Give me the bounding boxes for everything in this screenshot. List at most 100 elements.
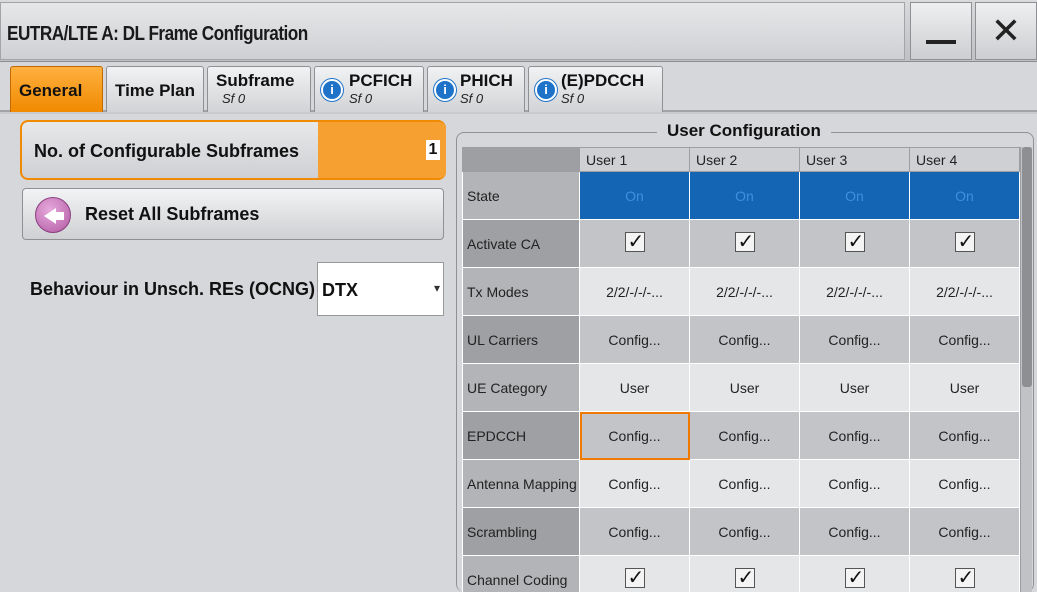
- table-scrollbar[interactable]: [1020, 147, 1032, 592]
- checkbox-checked-icon[interactable]: [844, 565, 865, 590]
- checkbox-checked-icon[interactable]: [954, 229, 975, 254]
- tab-time-plan[interactable]: Time Plan: [106, 66, 204, 112]
- tab-sublabel: Sf 0: [222, 91, 246, 106]
- table-cell[interactable]: Config...: [799, 459, 910, 508]
- table-cell[interactable]: [689, 555, 800, 592]
- window-title: EUTRA/LTE A: DL Frame Configuration: [7, 23, 308, 45]
- dropdown-caret-icon: ▾: [433, 281, 440, 295]
- tab-label: Subframe: [216, 71, 295, 90]
- table-row: Antenna Mapping Config... Config... Config.…: [462, 459, 1020, 508]
- table-cell[interactable]: Config...: [579, 411, 690, 460]
- column-header-user-1: User 1: [579, 147, 690, 172]
- checkbox-checked-icon[interactable]: [624, 565, 645, 590]
- table-corner: [462, 147, 580, 172]
- table-cell[interactable]: Config...: [689, 507, 800, 556]
- table-cell[interactable]: On: [909, 171, 1020, 220]
- info-icon: i: [535, 79, 557, 101]
- table-cell[interactable]: Config...: [689, 459, 800, 508]
- tab-sublabel: Sf 0: [349, 91, 373, 106]
- scrollbar-thumb[interactable]: [1022, 147, 1032, 387]
- table-cell[interactable]: On: [799, 171, 910, 220]
- ocng-behaviour-select[interactable]: DTX ▾: [317, 262, 444, 316]
- table-cell[interactable]: Config...: [579, 315, 690, 364]
- row-label: State: [462, 171, 580, 220]
- table-cell[interactable]: [799, 555, 910, 592]
- reset-all-subframes-label: Reset All Subframes: [85, 204, 260, 224]
- user-configuration-table: User 1 User 2 User 3 User 4 State On On On O…: [462, 147, 1020, 592]
- table-cell[interactable]: [689, 219, 800, 268]
- table-cell[interactable]: On: [689, 171, 800, 220]
- checkbox-checked-icon[interactable]: [954, 565, 975, 590]
- configurable-subframes-value: 1: [426, 140, 440, 160]
- table-cell[interactable]: Config...: [799, 315, 910, 364]
- table-cell[interactable]: 2/2/-/-/-...: [579, 267, 690, 316]
- table-cell[interactable]: User: [579, 363, 690, 412]
- configurable-subframes-input[interactable]: 1: [318, 122, 446, 178]
- table-cell[interactable]: [579, 219, 690, 268]
- table-row: State On On On On: [462, 171, 1020, 220]
- tab-pcfich[interactable]: i PCFICH Sf 0: [314, 66, 424, 112]
- table-cell[interactable]: Config...: [689, 315, 800, 364]
- row-label: Channel Coding: [462, 555, 580, 592]
- table-cell[interactable]: Config...: [909, 459, 1020, 508]
- table-cell[interactable]: User: [799, 363, 910, 412]
- user-configuration-title: User Configuration: [657, 121, 831, 141]
- table-cell[interactable]: Config...: [909, 507, 1020, 556]
- table-cell[interactable]: Config...: [799, 507, 910, 556]
- row-label: UE Category: [462, 363, 580, 412]
- checkbox-checked-icon[interactable]: [844, 229, 865, 254]
- minimize-button[interactable]: [910, 2, 972, 60]
- tab-label: PCFICH: [349, 71, 413, 90]
- tab-phich[interactable]: i PHICH Sf 0: [427, 66, 525, 112]
- row-label: Activate CA: [462, 219, 580, 268]
- info-icon: i: [321, 79, 343, 101]
- table-cell[interactable]: 2/2/-/-/-...: [909, 267, 1020, 316]
- table-cell[interactable]: Config...: [689, 411, 800, 460]
- title-bar: EUTRA/LTE A: DL Frame Configuration ✕: [0, 0, 1037, 62]
- table-cell[interactable]: 2/2/-/-/-...: [799, 267, 910, 316]
- tab-sublabel: Sf 0: [460, 91, 484, 106]
- table-cell[interactable]: User: [689, 363, 800, 412]
- checkbox-checked-icon[interactable]: [734, 565, 755, 590]
- close-button[interactable]: ✕: [975, 2, 1037, 60]
- table-row: EPDCCH Config... Config... Config... Config.…: [462, 411, 1020, 460]
- table-cell[interactable]: Config...: [909, 411, 1020, 460]
- tab-sublabel: Sf 0: [561, 91, 585, 106]
- table-cell[interactable]: Config...: [799, 411, 910, 460]
- tab-bar: General Time Plan Subframe Sf 0 i PCFICH…: [0, 62, 1037, 112]
- checkbox-checked-icon[interactable]: [734, 229, 755, 254]
- row-label: EPDCCH: [462, 411, 580, 460]
- table-row: Activate CA: [462, 219, 1020, 268]
- reset-arrow-icon: [35, 197, 71, 233]
- configurable-subframes-field[interactable]: No. of Configurable Subframes 1: [20, 120, 446, 180]
- table-cell[interactable]: 2/2/-/-/-...: [689, 267, 800, 316]
- title-box: EUTRA/LTE A: DL Frame Configuration: [0, 2, 905, 60]
- tab-general[interactable]: General: [10, 66, 103, 112]
- table-cell[interactable]: Config...: [579, 507, 690, 556]
- column-header-user-2: User 2: [689, 147, 800, 172]
- table-row: Channel Coding: [462, 555, 1020, 592]
- table-row: UE Category User User User User: [462, 363, 1020, 412]
- configurable-subframes-label: No. of Configurable Subframes: [34, 141, 300, 161]
- table-cell[interactable]: [799, 219, 910, 268]
- tab-epdcch[interactable]: i (E)PDCCH Sf 0: [528, 66, 663, 112]
- ocng-behaviour-label: Behaviour in Unsch. REs (OCNG): [30, 279, 316, 299]
- table-cell[interactable]: [909, 219, 1020, 268]
- table-cell[interactable]: [909, 555, 1020, 592]
- tab-subframe[interactable]: Subframe Sf 0: [207, 66, 311, 112]
- checkbox-checked-icon[interactable]: [624, 229, 645, 254]
- table-cell[interactable]: Config...: [909, 315, 1020, 364]
- column-header-user-4: User 4: [909, 147, 1020, 172]
- table-cell[interactable]: Config...: [579, 459, 690, 508]
- column-header-user-3: User 3: [799, 147, 910, 172]
- table-row: Tx Modes 2/2/-/-/-... 2/2/-/-/-... 2/2/-/-/…: [462, 267, 1020, 316]
- close-icon: ✕: [990, 10, 1022, 51]
- tab-label: Time Plan: [115, 81, 195, 100]
- tab-label: (E)PDCCH: [561, 71, 645, 90]
- table-cell[interactable]: [579, 555, 690, 592]
- table-cell[interactable]: User: [909, 363, 1020, 412]
- table-cell[interactable]: On: [579, 171, 690, 220]
- minimize-icon: [926, 40, 956, 44]
- table-row: Scrambling Config... Config... Config... Con…: [462, 507, 1020, 556]
- reset-all-subframes-button[interactable]: Reset All Subframes: [22, 188, 444, 240]
